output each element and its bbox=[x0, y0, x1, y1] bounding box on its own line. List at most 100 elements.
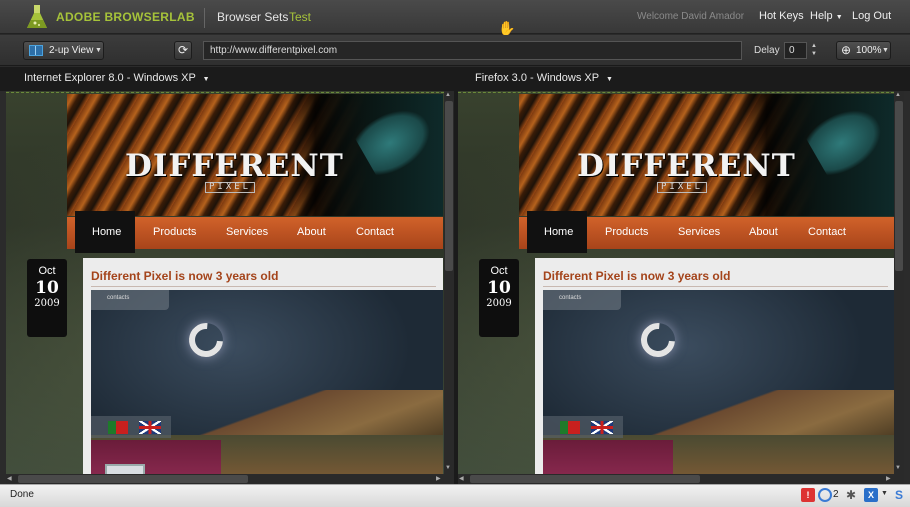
chat-icon[interactable] bbox=[818, 488, 832, 502]
warning-icon[interactable]: ! bbox=[801, 488, 815, 502]
scroll-up-icon[interactable]: ▲ bbox=[895, 92, 901, 98]
post-title[interactable]: Different Pixel is now 3 years old bbox=[91, 269, 278, 283]
scroll-right-icon[interactable]: ▶ bbox=[886, 475, 891, 482]
top-bar: ADOBE BROWSERLAB Browser Sets Test ✋ Wel… bbox=[0, 0, 910, 36]
left-browser-label: Internet Explorer 8.0 - Windows XP bbox=[24, 72, 196, 84]
site-logo[interactable]: DIFFERENT bbox=[125, 148, 344, 184]
left-vertical-scrollbar[interactable]: ▲ ▼ bbox=[444, 91, 454, 474]
current-set-label[interactable]: Test bbox=[289, 10, 311, 24]
app-title: ADOBE BROWSERLAB bbox=[56, 10, 195, 24]
sofa-graphic bbox=[543, 440, 673, 474]
thumbnail-box[interactable] bbox=[105, 464, 145, 474]
chevron-down-icon[interactable]: ▼ bbox=[881, 490, 888, 497]
date-month: Oct bbox=[490, 265, 508, 277]
chevron-down-icon: ▼ bbox=[95, 47, 102, 54]
post-content: Different Pixel is now 3 years old conta… bbox=[535, 258, 894, 474]
date-year: 2009 bbox=[486, 298, 512, 309]
left-browser-selector[interactable]: Internet Explorer 8.0 - Windows XP ▼ bbox=[24, 72, 210, 84]
stepper-up-icon[interactable]: ▲ bbox=[808, 42, 820, 50]
scroll-up-icon[interactable]: ▲ bbox=[445, 92, 451, 98]
right-browser-pane: DIFFERENT PIXEL Home Products Services A… bbox=[458, 91, 894, 474]
delay-input[interactable] bbox=[784, 42, 807, 59]
nav-home[interactable]: Home bbox=[527, 211, 587, 253]
nav-about[interactable]: About bbox=[297, 226, 326, 238]
nav-contact[interactable]: Contact bbox=[808, 226, 846, 238]
two-up-view-icon bbox=[29, 45, 43, 56]
site-top-line bbox=[458, 92, 894, 93]
site-banner: DIFFERENT PIXEL bbox=[67, 94, 443, 216]
post-divider bbox=[91, 286, 436, 287]
contacts-tab-label: contacts bbox=[107, 295, 130, 301]
refresh-icon: ⟳ bbox=[177, 43, 189, 57]
site-logo-sub: PIXEL bbox=[205, 182, 256, 193]
nav-about[interactable]: About bbox=[749, 226, 778, 238]
delay-stepper[interactable]: ▲ ▼ bbox=[808, 42, 820, 59]
log-out-link[interactable]: Log Out bbox=[852, 10, 891, 22]
nav-contact[interactable]: Contact bbox=[356, 226, 394, 238]
left-browser-pane: DIFFERENT PIXEL Home Products Services A… bbox=[6, 91, 444, 474]
scroll-down-icon[interactable]: ▼ bbox=[895, 465, 901, 471]
uk-flag-icon[interactable] bbox=[591, 421, 613, 434]
scroll-thumb[interactable] bbox=[445, 101, 453, 271]
s-addon-icon[interactable]: S bbox=[895, 488, 909, 502]
portugal-flag-icon[interactable] bbox=[560, 421, 580, 434]
site-banner: DIFFERENT PIXEL bbox=[519, 94, 894, 216]
hot-keys-link[interactable]: Hot Keys bbox=[759, 10, 804, 22]
scroll-left-icon[interactable]: ◀ bbox=[459, 475, 464, 482]
refresh-button[interactable]: ⟳ bbox=[174, 41, 192, 60]
post-divider bbox=[543, 286, 888, 287]
delay-label: Delay bbox=[754, 45, 780, 56]
post-image: contacts bbox=[543, 290, 894, 474]
scroll-thumb[interactable] bbox=[470, 475, 700, 483]
date-month: Oct bbox=[38, 265, 56, 277]
browserlab-app: ADOBE BROWSERLAB Browser Sets Test ✋ Wel… bbox=[0, 0, 910, 507]
portugal-flag-icon[interactable] bbox=[108, 421, 128, 434]
site-nav: Home Products Services About Contact bbox=[67, 211, 443, 253]
stepper-down-icon[interactable]: ▼ bbox=[808, 50, 820, 58]
nav-home-label: Home bbox=[92, 226, 122, 238]
chevron-down-icon: ▼ bbox=[882, 47, 889, 54]
browser-sets-link[interactable]: Browser Sets bbox=[217, 10, 288, 24]
scroll-left-icon[interactable]: ◀ bbox=[7, 475, 12, 482]
right-vertical-scrollbar[interactable]: ▲ ▼ bbox=[894, 91, 904, 474]
left-horizontal-scrollbar[interactable]: ◀ ▶ bbox=[6, 474, 454, 484]
scroll-right-icon[interactable]: ▶ bbox=[436, 475, 441, 482]
help-menu[interactable]: Help ▼ bbox=[810, 10, 843, 22]
browser-labels-row: Internet Explorer 8.0 - Windows XP ▼ Fir… bbox=[0, 67, 910, 91]
scroll-down-icon[interactable]: ▼ bbox=[445, 465, 451, 471]
contacts-tab-label: contacts bbox=[559, 295, 582, 301]
right-horizontal-scrollbar[interactable]: ◀ ▶ bbox=[458, 474, 904, 484]
post-title[interactable]: Different Pixel is now 3 years old bbox=[543, 269, 730, 283]
right-browser-label: Firefox 3.0 - Windows XP bbox=[475, 72, 599, 84]
view-mode-label: 2-up View bbox=[49, 45, 94, 56]
welcome-text: Welcome David Amador bbox=[637, 11, 745, 22]
nav-services[interactable]: Services bbox=[678, 226, 720, 238]
nav-services[interactable]: Services bbox=[226, 226, 268, 238]
x-addon-icon[interactable]: X bbox=[864, 488, 878, 502]
zoom-dropdown[interactable]: ⊕ 100% ▼ bbox=[836, 41, 891, 60]
post-content: Different Pixel is now 3 years old conta… bbox=[83, 258, 443, 474]
contacts-tab[interactable]: contacts bbox=[91, 290, 169, 310]
date-year: 2009 bbox=[34, 298, 60, 309]
site-logo-sub: PIXEL bbox=[657, 182, 708, 193]
right-browser-selector[interactable]: Firefox 3.0 - Windows XP ▼ bbox=[475, 72, 613, 84]
divider bbox=[204, 8, 205, 28]
post-image: contacts bbox=[91, 290, 443, 474]
moon-graphic bbox=[182, 316, 230, 364]
status-bar: Done ! 2 ✱ X ▼ S bbox=[0, 484, 910, 507]
url-input[interactable] bbox=[203, 41, 742, 60]
date-day: 10 bbox=[35, 278, 59, 298]
nav-products[interactable]: Products bbox=[605, 226, 648, 238]
bug-icon[interactable]: ✱ bbox=[844, 488, 858, 502]
scroll-thumb[interactable] bbox=[895, 101, 903, 271]
site-nav: Home Products Services About Contact bbox=[519, 211, 894, 253]
toolbar: 2-up View ▼ ⟳ Delay ▲ ▼ ⊕ 100% ▼ bbox=[0, 35, 910, 66]
view-mode-dropdown[interactable]: 2-up View ▼ bbox=[23, 41, 104, 60]
contacts-tab[interactable]: contacts bbox=[543, 290, 621, 310]
nav-home[interactable]: Home bbox=[75, 211, 135, 253]
uk-flag-icon[interactable] bbox=[139, 421, 161, 434]
nav-products[interactable]: Products bbox=[153, 226, 196, 238]
moon-graphic bbox=[634, 316, 682, 364]
scroll-thumb[interactable] bbox=[18, 475, 248, 483]
site-logo[interactable]: DIFFERENT bbox=[577, 148, 796, 184]
